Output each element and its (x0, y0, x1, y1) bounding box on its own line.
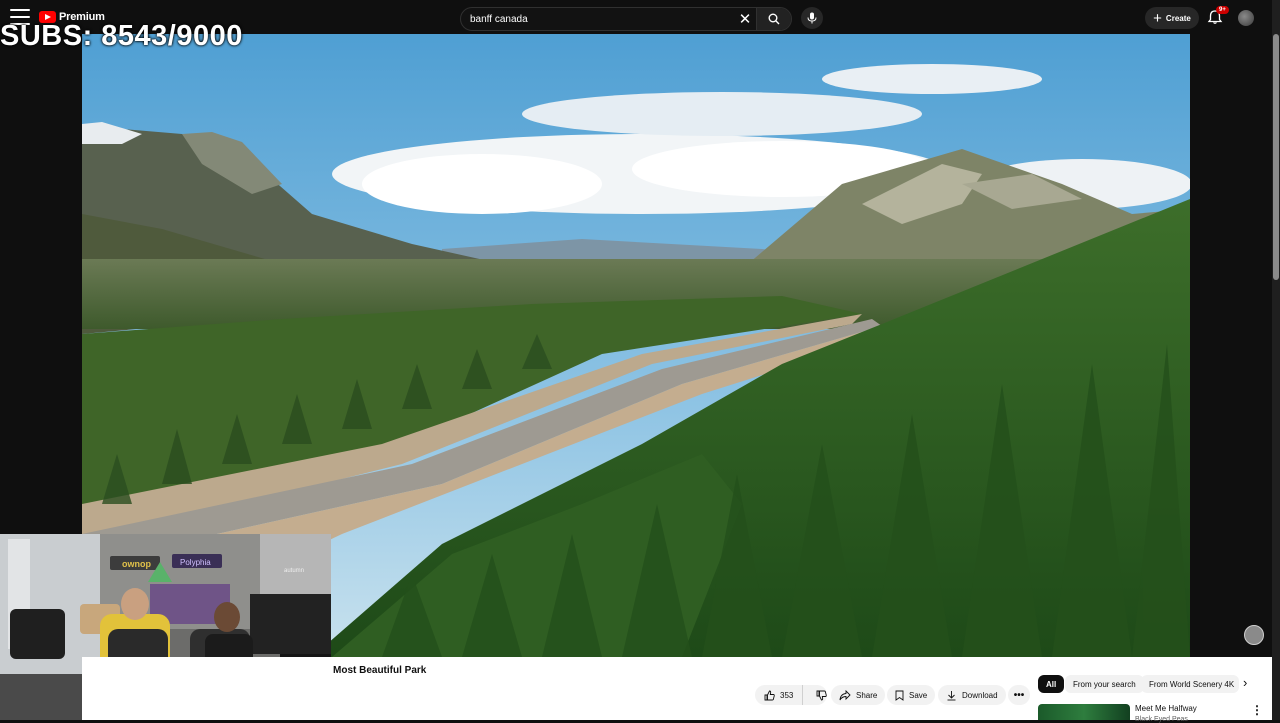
channel-watermark[interactable] (1244, 625, 1264, 645)
notifications-button[interactable]: 9+ (1207, 6, 1229, 25)
webcam-sign-right: Polyphia (180, 558, 211, 567)
page-scrollbar[interactable] (1272, 0, 1280, 720)
subs-counter-overlay: SUBS: 8543/9000 (0, 20, 243, 52)
share-label: Share (856, 690, 878, 700)
create-button[interactable]: + Create (1145, 7, 1199, 29)
chip-from-channel[interactable]: From World Scenery 4K (1141, 675, 1239, 693)
download-icon (947, 690, 956, 700)
recommended-title[interactable]: Meet Me Halfway (1135, 704, 1197, 713)
webcam-sign-far: autumn (284, 568, 304, 574)
thumbs-up-icon (764, 690, 775, 700)
search-button[interactable] (756, 8, 791, 30)
webcam-sign-left: ownop (122, 559, 151, 569)
video-title: Most Beautiful Park (333, 665, 427, 676)
share-button[interactable]: Share (831, 685, 886, 705)
more-vertical-icon[interactable]: ⋮ (1251, 703, 1263, 717)
chevron-right-icon[interactable]: › (1243, 675, 1247, 690)
save-label: Save (909, 690, 928, 700)
microphone-icon (807, 12, 817, 24)
search-bar: ✕ (460, 7, 792, 31)
search-icon (768, 13, 780, 25)
download-button[interactable]: Download (938, 685, 1006, 705)
page-background-strip (82, 657, 332, 720)
bookmark-icon (895, 690, 904, 701)
scrollbar-thumb[interactable] (1273, 34, 1279, 280)
chip-all[interactable]: All (1038, 675, 1065, 693)
avatar[interactable] (1238, 10, 1254, 26)
voice-search-button[interactable] (801, 7, 823, 29)
download-label: Download (962, 690, 998, 700)
like-dislike-group: 353 (755, 685, 828, 705)
share-icon (839, 689, 851, 700)
create-label: Create (1165, 13, 1191, 23)
notification-badge: 9+ (1216, 6, 1229, 14)
like-button[interactable]: 353 (755, 685, 804, 705)
search-input[interactable] (461, 12, 734, 26)
more-actions-button[interactable]: ••• (1008, 685, 1030, 705)
chip-from-your-search[interactable]: From your search (1065, 675, 1144, 693)
video-info-panel: Most Beautiful Park 353 Share Save Downl… (331, 657, 1272, 723)
recommended-thumbnail[interactable] (1038, 704, 1130, 720)
more-horizontal-icon: ••• (1013, 689, 1025, 701)
thumbs-down-icon (816, 690, 828, 700)
save-button[interactable]: Save (887, 685, 936, 705)
like-count: 353 (780, 690, 794, 700)
clear-search-icon[interactable]: ✕ (734, 10, 756, 28)
plus-icon: + (1153, 9, 1162, 27)
